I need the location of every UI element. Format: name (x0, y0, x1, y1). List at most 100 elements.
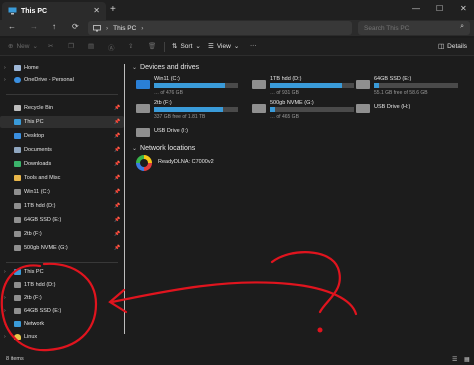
drive-usage-fill (154, 107, 223, 112)
sort-button[interactable]: ⇅ Sort ⌄ (172, 42, 201, 51)
network-section-header[interactable]: ⌄ Network locations (132, 145, 195, 152)
tree-item-64gb-ssd-e[interactable]: › 64GB SSD (E:) (0, 305, 124, 317)
pin-icon[interactable]: 📌 (114, 231, 120, 237)
drive-icon (14, 308, 21, 314)
breadcrumb-separator[interactable]: › (141, 25, 143, 32)
close-window-button[interactable]: ✕ (460, 4, 467, 13)
paste-icon[interactable]: ▤ (88, 42, 94, 50)
sidebar-item-desktop[interactable]: Desktop 📌 (0, 130, 124, 142)
tree-item-1tb-hdd-d[interactable]: › 1TB hdd (D:) (0, 279, 124, 291)
windows-drive-icon (136, 80, 150, 89)
view-button[interactable]: ☰ View ⌄ (208, 42, 239, 51)
sidebar-item-onedrive[interactable]: › OneDrive - Personal (0, 74, 124, 86)
new-button[interactable]: ⊕ New ⌄ (8, 42, 38, 51)
pin-icon[interactable]: 📌 (114, 119, 120, 125)
sidebar-divider (6, 262, 118, 263)
up-button[interactable]: ↑ (52, 22, 56, 31)
chevron-right-icon[interactable]: › (4, 334, 6, 340)
tree-item-network[interactable]: › Network (0, 318, 124, 330)
tree-item-linux[interactable]: › Linux (0, 331, 124, 343)
sidebar-item-this-pc[interactable]: This PC 📌 (0, 116, 124, 128)
desktop-icon (14, 133, 21, 139)
pin-icon[interactable]: 📌 (114, 161, 120, 167)
pin-icon[interactable]: 📌 (114, 105, 120, 111)
section-title: Devices and drives (140, 64, 200, 71)
tab-bar: This PC ✕ + — ☐ ✕ (0, 0, 474, 20)
sidebar-item-home[interactable]: › Home (0, 62, 124, 74)
sort-icon: ⇅ (172, 43, 178, 50)
usb-drive-icon (136, 128, 150, 137)
pin-icon[interactable]: 📌 (114, 203, 120, 209)
breadcrumb-this-pc[interactable]: This PC (113, 25, 136, 32)
linux-icon (14, 334, 21, 340)
sidebar-item-label: 500gb NVME (G:) (24, 245, 68, 251)
sidebar-item-label: Documents (24, 147, 52, 153)
new-tab-button[interactable]: + (110, 4, 116, 15)
pin-icon[interactable]: 📌 (114, 175, 120, 181)
tree-item-2tb-f[interactable]: › 2tb (F:) (0, 292, 124, 304)
new-label: New (16, 42, 30, 50)
share-icon[interactable]: ⇪ (128, 42, 133, 50)
drive-icon (252, 104, 266, 113)
chevron-right-icon[interactable]: › (4, 295, 6, 301)
search-input[interactable] (364, 24, 456, 32)
search-box[interactable]: ⌕ (358, 21, 470, 35)
forward-button[interactable]: → (30, 22, 38, 31)
chevron-down-icon: ⌄ (32, 43, 38, 50)
sidebar-item-documents[interactable]: Documents 📌 (0, 144, 124, 156)
computer-icon (93, 24, 101, 31)
sidebar-item-64gb-ssd-e[interactable]: 64GB SSD (E:) 📌 (0, 214, 124, 226)
chevron-right-icon[interactable]: › (4, 321, 6, 327)
pin-icon[interactable]: 📌 (114, 147, 120, 153)
sidebar-item-500gb-nvme-g[interactable]: 500gb NVME (G:) 📌 (0, 242, 124, 254)
folder-icon (14, 175, 21, 181)
minimize-button[interactable]: — (412, 4, 420, 13)
sidebar-item-downloads[interactable]: Downloads 📌 (0, 158, 124, 170)
delete-icon[interactable]: 🗑 (148, 42, 156, 50)
recycle-bin-icon (14, 105, 21, 111)
sidebar-item-recycle-bin[interactable]: Recycle Bin 📌 (0, 102, 124, 114)
pin-icon[interactable]: 📌 (114, 133, 120, 139)
drive-usage-bar (374, 83, 458, 88)
more-options-button[interactable]: ··· (250, 42, 257, 49)
details-view-icon[interactable]: ☰ (452, 356, 457, 363)
tab-this-pc[interactable]: This PC ✕ (2, 2, 106, 20)
sidebar-divider (6, 94, 118, 95)
pin-icon[interactable]: 📌 (114, 245, 120, 251)
tiles-view-icon[interactable]: ▦ (464, 356, 470, 363)
drive-tile[interactable]: 500gb NVME (G:) … of 465 GB (252, 96, 372, 128)
cut-icon[interactable]: ✂ (48, 42, 53, 50)
refresh-button[interactable]: ⟳ (72, 22, 79, 31)
address-bar[interactable]: › This PC › (88, 21, 352, 35)
toolbar-divider (164, 42, 165, 52)
pin-icon[interactable]: 📌 (114, 217, 120, 223)
tree-item-this-pc[interactable]: › This PC (0, 266, 124, 278)
details-pane-button[interactable]: ◫ Details (438, 42, 467, 51)
sidebar-item-1tb-hdd-d[interactable]: 1TB hdd (D:) 📌 (0, 200, 124, 212)
section-title: Network locations (140, 145, 196, 152)
chevron-down-icon: ⌄ (132, 146, 138, 152)
chevron-right-icon[interactable]: › (4, 269, 6, 275)
chevron-right-icon[interactable]: › (4, 308, 6, 314)
command-bar: ⊕ New ⌄ ✂ ❐ ▤ Ⓐ ⇪ 🗑 ⇅ Sort ⌄ ☰ View ⌄ ··… (0, 38, 474, 56)
back-button[interactable]: ← (8, 22, 16, 31)
chevron-right-icon[interactable]: › (4, 282, 6, 288)
close-tab-icon[interactable]: ✕ (93, 6, 100, 15)
sidebar-item-tools-and-misc[interactable]: Tools and Misc 📌 (0, 172, 124, 184)
sidebar-item-2tb-f[interactable]: 2tb (F:) 📌 (0, 228, 124, 240)
usb-drive-icon (356, 104, 370, 113)
drive-name: 1TB hdd (D:) (270, 76, 302, 82)
copy-icon[interactable]: ❐ (68, 42, 74, 50)
drive-tile[interactable]: USB Drive (H:) (356, 96, 474, 128)
maximize-button[interactable]: ☐ (436, 4, 443, 13)
home-icon (14, 65, 21, 71)
rename-icon[interactable]: Ⓐ (108, 42, 115, 52)
pin-icon[interactable]: 📌 (114, 189, 120, 195)
pane-splitter[interactable] (124, 64, 125, 334)
sidebar-item-win11-c[interactable]: Win11 (C:) 📌 (0, 186, 124, 198)
sidebar-item-label: This PC (24, 269, 44, 275)
devices-section-header[interactable]: ⌄ Devices and drives (132, 64, 199, 71)
network-device-name: ReadyDLNA: C7000v2 (158, 159, 214, 165)
drive-icon (14, 203, 21, 209)
network-device-tile[interactable]: ReadyDLNA: C7000v2 (136, 153, 256, 177)
